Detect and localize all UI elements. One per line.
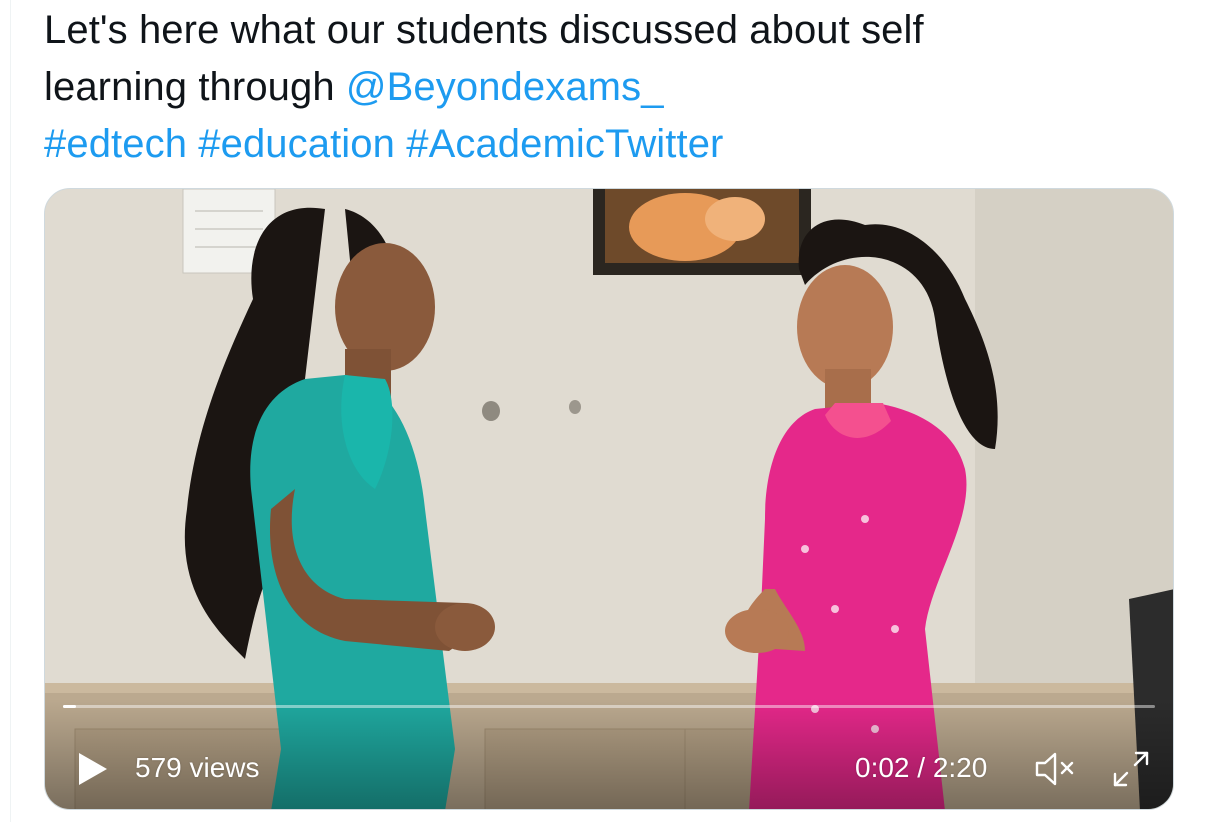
mute-button[interactable] xyxy=(1033,749,1079,789)
fullscreen-icon xyxy=(1113,751,1149,787)
mention-link[interactable]: @Beyondexams_ xyxy=(346,65,664,109)
tweet-text-prefix: learning through xyxy=(44,65,346,109)
tweet-text-line-2: learning through @Beyondexams_ xyxy=(44,59,1174,116)
hashtags-line: #edtech #education #AcademicTwitter xyxy=(44,116,1174,173)
progress-fill xyxy=(63,705,77,708)
fullscreen-button[interactable] xyxy=(1109,747,1153,791)
play-button[interactable] xyxy=(71,749,111,789)
progress-bar[interactable] xyxy=(63,705,1155,708)
video-player[interactable]: 579 views 0:02 / 2:20 xyxy=(44,188,1174,810)
volume-muted-icon xyxy=(1035,752,1074,786)
video-time: 0:02 / 2:20 xyxy=(855,752,988,783)
tweet-text: Let's here what our students discussed a… xyxy=(44,2,1174,173)
tweet-text-line-1: Let's here what our students discussed a… xyxy=(44,8,924,52)
view-count: 579 views xyxy=(135,752,260,783)
card-border xyxy=(10,0,11,822)
play-icon xyxy=(79,753,107,785)
hashtag-link-academictwitter[interactable]: #AcademicTwitter xyxy=(406,122,723,166)
hashtag-link-education[interactable]: #education xyxy=(198,122,395,166)
hashtag-link-edtech[interactable]: #edtech xyxy=(44,122,187,166)
